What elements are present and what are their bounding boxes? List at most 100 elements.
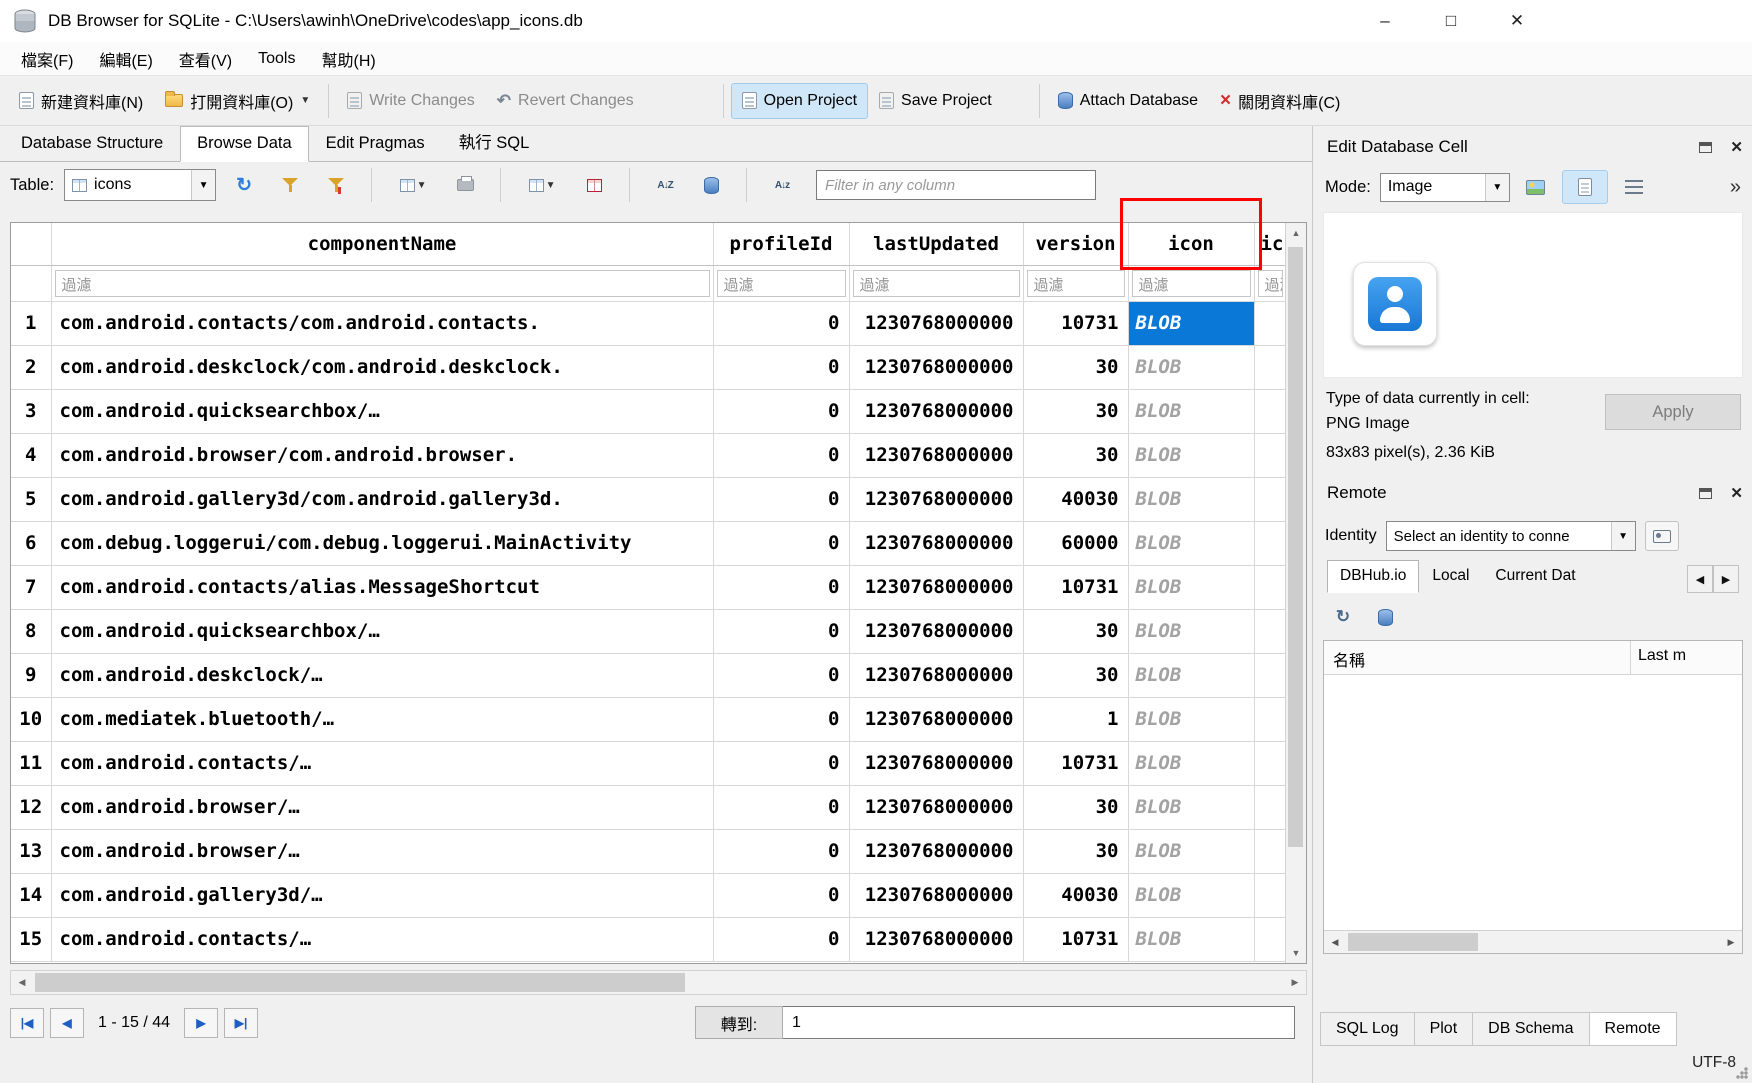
filter-extra[interactable]: 過濾 bbox=[1258, 270, 1283, 297]
table-select[interactable]: icons ▼ bbox=[64, 169, 216, 201]
cell-icon[interactable]: BLOB bbox=[1128, 873, 1254, 917]
close-button[interactable]: ✕ bbox=[1484, 0, 1550, 42]
cell-extra[interactable] bbox=[1254, 389, 1286, 433]
chevron-down-icon[interactable]: ▼ bbox=[1611, 522, 1635, 550]
cell-version[interactable]: 10731 bbox=[1023, 301, 1128, 345]
remote-column-last-modified[interactable]: Last m bbox=[1638, 647, 1686, 665]
cell-version[interactable]: 30 bbox=[1023, 829, 1128, 873]
cell-profileId[interactable]: 0 bbox=[713, 345, 849, 389]
cell-extra[interactable] bbox=[1254, 345, 1286, 389]
cell-icon[interactable]: BLOB bbox=[1128, 565, 1254, 609]
cell-lastUpdated[interactable]: 1230768000000 bbox=[849, 433, 1023, 477]
column-header-extra[interactable]: ic bbox=[1254, 223, 1286, 265]
cell-profileId[interactable]: 0 bbox=[713, 477, 849, 521]
cell-profileId[interactable]: 0 bbox=[713, 609, 849, 653]
minimize-button[interactable]: – bbox=[1352, 0, 1418, 42]
cell-icon[interactable]: BLOB bbox=[1128, 521, 1254, 565]
float-panel-icon[interactable] bbox=[1699, 488, 1712, 499]
remote-horizontal-scrollbar[interactable]: ◀ ▶ bbox=[1324, 930, 1742, 953]
cell-version[interactable]: 10731 bbox=[1023, 741, 1128, 785]
cell-lastUpdated[interactable]: 1230768000000 bbox=[849, 785, 1023, 829]
cell-icon[interactable]: BLOB bbox=[1128, 301, 1254, 345]
cell-lastUpdated[interactable]: 1230768000000 bbox=[849, 829, 1023, 873]
open-database-dropdown-icon[interactable]: ▼ bbox=[300, 95, 310, 106]
remote-clone-button[interactable] bbox=[1371, 604, 1399, 630]
menu-view[interactable]: 查看(V) bbox=[166, 41, 245, 77]
cell-icon[interactable]: BLOB bbox=[1128, 345, 1254, 389]
cell-componentName[interactable]: com.android.quicksearchbox/… bbox=[51, 609, 713, 653]
tab-execute-sql[interactable]: 執行 SQL bbox=[442, 121, 547, 162]
remote-scroll-thumb[interactable] bbox=[1348, 933, 1478, 951]
cell-icon[interactable]: BLOB bbox=[1128, 741, 1254, 785]
vertical-scroll-thumb[interactable] bbox=[1288, 247, 1303, 847]
cell-profileId[interactable]: 0 bbox=[713, 741, 849, 785]
cell-extra[interactable] bbox=[1254, 653, 1286, 697]
cell-componentName[interactable]: com.android.browser/com.android.browser. bbox=[51, 433, 713, 477]
cell-lastUpdated[interactable]: 1230768000000 bbox=[849, 917, 1023, 961]
scroll-left-icon[interactable]: ◀ bbox=[1324, 931, 1346, 953]
cell-icon[interactable]: BLOB bbox=[1128, 697, 1254, 741]
remote-tab-dbhub[interactable]: DBHub.io bbox=[1327, 560, 1419, 593]
cell-version[interactable]: 30 bbox=[1023, 653, 1128, 697]
cell-lastUpdated[interactable]: 1230768000000 bbox=[849, 477, 1023, 521]
close-panel-icon[interactable]: ✕ bbox=[1730, 138, 1743, 156]
cell-lastUpdated[interactable]: 1230768000000 bbox=[849, 653, 1023, 697]
cell-icon[interactable]: BLOB bbox=[1128, 609, 1254, 653]
save-view-button[interactable]: ▼ bbox=[389, 168, 437, 202]
cell-componentName[interactable]: com.debug.loggerui/com.debug.loggerui.Ma… bbox=[51, 521, 713, 565]
resize-grip[interactable] bbox=[1735, 1066, 1749, 1080]
filter-lastUpdated[interactable]: 過濾 bbox=[853, 270, 1020, 297]
cell-extra[interactable] bbox=[1254, 609, 1286, 653]
cell-componentName[interactable]: com.android.gallery3d/… bbox=[51, 873, 713, 917]
scroll-down-icon[interactable]: ▼ bbox=[1286, 943, 1306, 963]
cell-lastUpdated[interactable]: 1230768000000 bbox=[849, 697, 1023, 741]
next-record-button[interactable]: ▶ bbox=[184, 1008, 218, 1038]
menu-edit[interactable]: 編輯(E) bbox=[86, 41, 165, 77]
menu-help[interactable]: 幫助(H) bbox=[308, 41, 388, 77]
cell-profileId[interactable]: 0 bbox=[713, 785, 849, 829]
cell-version[interactable]: 1 bbox=[1023, 697, 1128, 741]
scroll-right-icon[interactable]: ▶ bbox=[1284, 971, 1306, 994]
cell-version[interactable]: 10731 bbox=[1023, 565, 1128, 609]
maximize-button[interactable]: □ bbox=[1418, 0, 1484, 42]
remote-column-name[interactable]: 名稱 bbox=[1333, 647, 1365, 671]
cell-lastUpdated[interactable]: 1230768000000 bbox=[849, 741, 1023, 785]
cell-lastUpdated[interactable]: 1230768000000 bbox=[849, 565, 1023, 609]
open-project-button[interactable]: Open Project bbox=[731, 83, 868, 119]
text-mode-button[interactable] bbox=[1562, 170, 1608, 204]
column-header-lastUpdated[interactable]: lastUpdated bbox=[849, 223, 1023, 265]
float-panel-icon[interactable] bbox=[1699, 142, 1712, 153]
cell-componentName[interactable]: com.mediatek.bluetooth/… bbox=[51, 697, 713, 741]
remote-refresh-button[interactable]: ↻ bbox=[1329, 604, 1357, 630]
cell-extra[interactable] bbox=[1254, 301, 1286, 345]
identity-select[interactable]: Select an identity to conne ▼ bbox=[1386, 521, 1636, 551]
filter-any-column-input[interactable] bbox=[816, 170, 1096, 200]
cell-profileId[interactable]: 0 bbox=[713, 565, 849, 609]
cell-profileId[interactable]: 0 bbox=[713, 653, 849, 697]
cell-profileId[interactable]: 0 bbox=[713, 521, 849, 565]
cell-profileId[interactable]: 0 bbox=[713, 389, 849, 433]
cell-icon[interactable]: BLOB bbox=[1128, 829, 1254, 873]
print-button[interactable] bbox=[447, 168, 483, 202]
cell-lastUpdated[interactable]: 1230768000000 bbox=[849, 301, 1023, 345]
cell-lastUpdated[interactable]: 1230768000000 bbox=[849, 609, 1023, 653]
cell-icon[interactable]: BLOB bbox=[1128, 917, 1254, 961]
apply-button[interactable]: Apply bbox=[1605, 394, 1741, 430]
database-view-button[interactable] bbox=[693, 168, 729, 202]
cell-componentName[interactable]: com.android.contacts/… bbox=[51, 917, 713, 961]
cell-lastUpdated[interactable]: 1230768000000 bbox=[849, 873, 1023, 917]
cell-extra[interactable] bbox=[1254, 433, 1286, 477]
cell-version[interactable]: 40030 bbox=[1023, 873, 1128, 917]
menu-tools[interactable]: Tools bbox=[245, 44, 308, 74]
horizontal-scrollbar[interactable]: ◀ ▶ bbox=[10, 970, 1307, 995]
tab-plot[interactable]: Plot bbox=[1414, 1012, 1474, 1046]
cell-extra[interactable] bbox=[1254, 829, 1286, 873]
cell-version[interactable]: 30 bbox=[1023, 785, 1128, 829]
cell-extra[interactable] bbox=[1254, 477, 1286, 521]
tab-browse-data[interactable]: Browse Data bbox=[180, 126, 308, 162]
scroll-left-icon[interactable]: ◀ bbox=[11, 971, 33, 994]
remote-file-list[interactable]: 名稱 Last m ◀ ▶ bbox=[1323, 640, 1743, 954]
first-record-button[interactable]: |◀ bbox=[10, 1008, 44, 1038]
sort-edit-button[interactable]: A↓z bbox=[764, 168, 800, 202]
cell-icon[interactable]: BLOB bbox=[1128, 433, 1254, 477]
